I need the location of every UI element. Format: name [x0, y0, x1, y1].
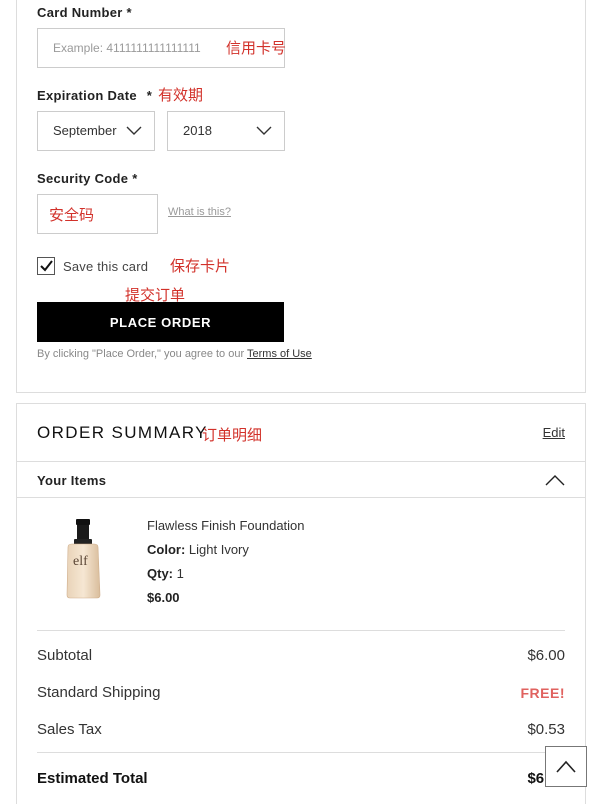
agree-text: By clicking "Place Order," you agree to … [37, 348, 245, 360]
product-qty: Qty: 1 [147, 566, 184, 581]
back-to-top-button[interactable] [545, 746, 587, 787]
your-items-label: Your Items [37, 473, 107, 488]
security-code-note: 安全码 [49, 207, 95, 224]
divider [37, 752, 565, 753]
order-summary-note: 订单明细 [202, 427, 263, 444]
order-summary-panel: ORDER SUMMARY 订单明细 Edit Your Items elf F… [16, 403, 586, 804]
subtotal-row: Subtotal $6.00 [37, 647, 565, 664]
shipping-value: FREE! [520, 685, 565, 701]
edit-order-link[interactable]: Edit [543, 425, 565, 440]
expiration-required-star: * [146, 88, 153, 103]
checkmark-icon [40, 260, 53, 272]
shipping-label: Standard Shipping [37, 684, 161, 701]
security-code-label: Security Code * [37, 171, 138, 186]
expiration-note: 有效期 [158, 87, 204, 104]
tax-row: Sales Tax $0.53 [37, 721, 565, 738]
save-card-label: Save this card [63, 259, 149, 274]
expiration-label: Expiration Date * [37, 88, 152, 103]
tax-label: Sales Tax [37, 721, 102, 738]
divider [17, 461, 585, 462]
save-card-note: 保存卡片 [170, 258, 231, 275]
product-brand-mark: elf [73, 554, 88, 569]
divider [17, 497, 585, 498]
price-value: $6.00 [147, 590, 180, 605]
tax-value: $0.53 [527, 721, 565, 738]
subtotal-value: $6.00 [527, 647, 565, 664]
month-value: September [53, 123, 117, 138]
product-color: Color: Light Ivory [147, 542, 249, 557]
estimated-total-label: Estimated Total [37, 770, 148, 787]
expiration-month-select[interactable]: September [37, 111, 155, 151]
expiration-year-select[interactable]: 2018 [167, 111, 285, 151]
chevron-up-icon [556, 760, 576, 773]
year-value: 2018 [183, 123, 212, 138]
color-value: Light Ivory [188, 542, 249, 557]
what-is-this-link[interactable]: What is this? [168, 206, 231, 218]
expiration-label-text: Expiration Date [37, 88, 137, 103]
qty-value: 1 [176, 566, 184, 581]
estimated-total-row: Estimated Total $6.53 [37, 770, 565, 787]
shipping-row: Standard Shipping FREE! [37, 684, 565, 701]
terms-of-use-link[interactable]: Terms of Use [247, 348, 312, 360]
chevron-up-icon[interactable] [545, 474, 565, 486]
product-price: $6.00 [147, 590, 180, 605]
chevron-down-icon [126, 126, 142, 135]
subtotal-label: Subtotal [37, 647, 93, 664]
save-card-checkbox[interactable] [37, 257, 55, 275]
order-summary-title: ORDER SUMMARY [37, 423, 208, 442]
card-number-label: Card Number * [37, 5, 132, 20]
qty-label: Qty: [147, 566, 173, 581]
chevron-down-icon [256, 126, 272, 135]
place-order-button[interactable]: PLACE ORDER [37, 302, 284, 342]
divider [37, 630, 565, 631]
color-label: Color: [147, 542, 186, 557]
card-number-note: 信用卡号 [226, 40, 287, 57]
terms-agreement: By clicking "Place Order," you agree to … [37, 348, 312, 360]
product-name[interactable]: Flawless Finish Foundation [147, 518, 305, 533]
